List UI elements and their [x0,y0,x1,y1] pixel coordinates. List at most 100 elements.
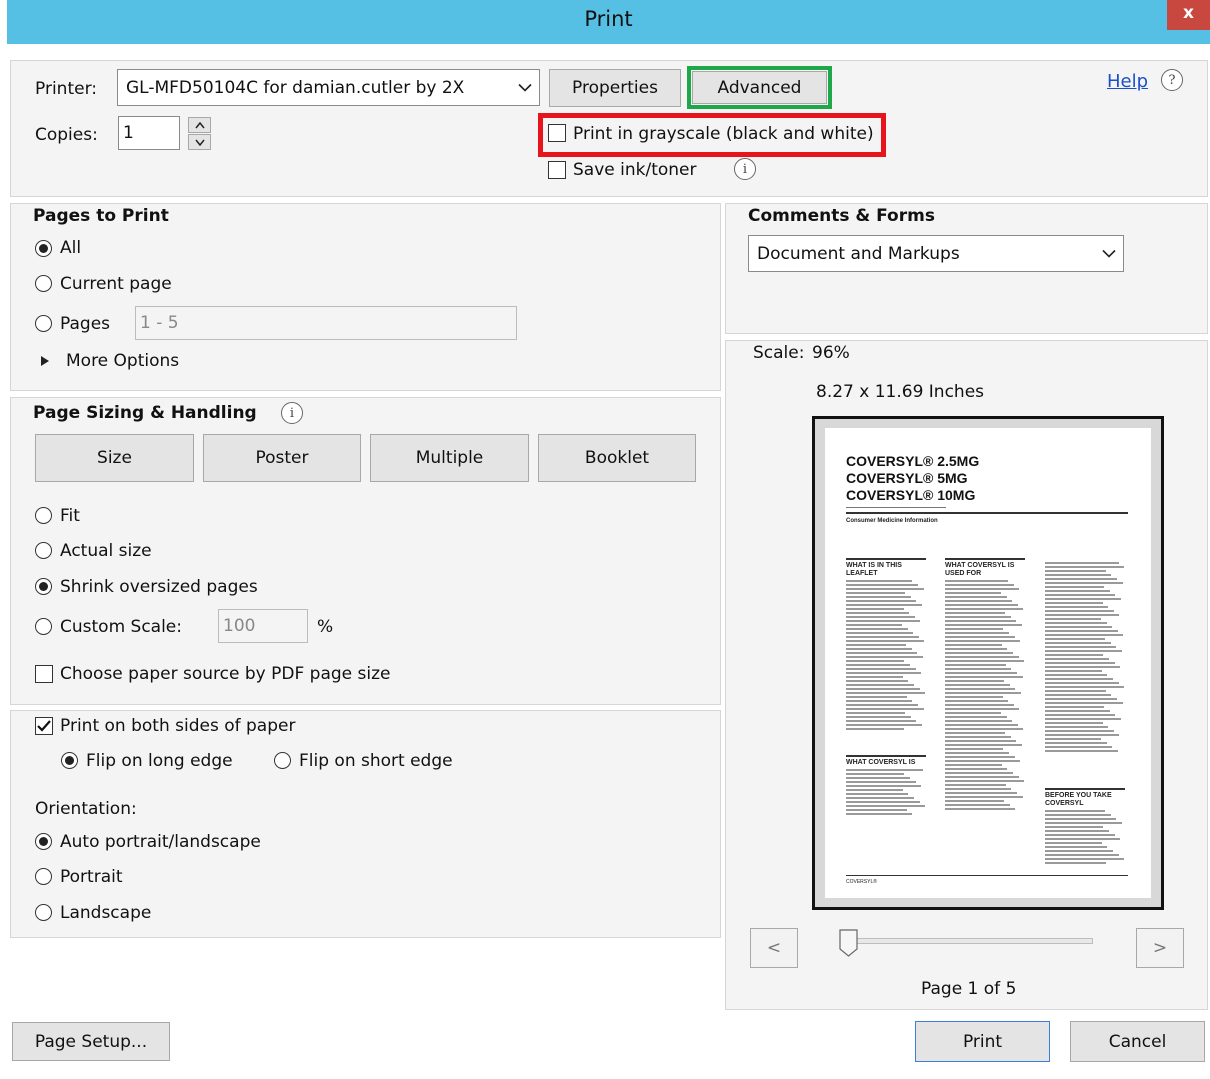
portrait-radio[interactable] [35,868,52,885]
doc-text-line [945,808,1016,810]
size-tab[interactable]: Size [35,434,194,482]
doc-column-3 [1045,560,1125,752]
paper-source-checkbox[interactable] [35,665,53,683]
doc-text-line [846,652,918,654]
doc-text-line [945,584,1014,586]
save-ink-checkbox[interactable] [548,161,566,179]
doc-text-line [945,652,1013,654]
doc-text-line [1045,666,1121,668]
doc-text-line [1045,850,1113,852]
more-options-toggle[interactable]: More Options [66,351,179,371]
custom-scale-label[interactable]: Custom Scale: [60,617,182,637]
shrink-oversized-radio[interactable] [35,578,52,595]
comments-forms-select[interactable]: Document and Markups [748,235,1124,272]
copies-input[interactable]: 1 [118,116,180,150]
auto-orientation-radio[interactable] [35,833,52,850]
doc-text-line [846,708,924,710]
actual-size-label[interactable]: Actual size [60,541,152,561]
landscape-radio[interactable] [35,904,52,921]
close-button[interactable]: x [1167,0,1210,30]
auto-orientation-label[interactable]: Auto portrait/landscape [60,832,261,852]
pages-to-print-header: Pages to Print [33,206,169,226]
copies-value: 1 [123,123,134,143]
fit-label[interactable]: Fit [60,506,80,526]
doc-text-line [945,620,1017,622]
copies-decrement-button[interactable] [188,134,211,150]
doc-text-line [846,781,916,783]
info-icon[interactable]: i [281,402,303,424]
pages-label[interactable]: Pages [60,314,110,334]
doc-text-line [1045,634,1124,636]
doc-text-line [1045,826,1104,828]
page-slider[interactable] [845,938,1093,944]
poster-tab[interactable]: Poster [203,434,361,482]
poster-tab-label: Poster [255,448,309,468]
doc-text-line [945,680,1005,682]
flip-long-edge-radio[interactable] [61,752,78,769]
info-icon-glyph: i [289,405,295,421]
doc-text-line [1045,718,1121,720]
doc-text-line [945,612,1005,614]
doc-text-line [945,628,1004,630]
custom-scale-value: 100 [223,616,256,636]
all-pages-label[interactable]: All [60,238,81,258]
printer-select[interactable]: GL-MFD50104C for damian.cutler by 2X [117,69,540,106]
doc-text-line [846,604,922,606]
grayscale-label[interactable]: Print in grayscale (black and white) [573,124,874,144]
flip-short-edge-label[interactable]: Flip on short edge [299,751,453,771]
advanced-button[interactable]: Advanced [692,71,827,104]
properties-button[interactable]: Properties [549,69,681,107]
doc-text-line [945,616,1011,618]
next-page-button[interactable]: > [1136,928,1184,968]
custom-scale-input[interactable]: 100 [218,609,308,643]
doc-text-line [1045,726,1109,728]
grayscale-checkbox[interactable] [548,124,566,142]
doc-text-line [846,704,918,706]
pages-range-input[interactable]: 1 - 5 [135,306,517,340]
doc-column-heading: WHAT IS IN THIS LEAFLET [846,562,902,577]
booklet-tab[interactable]: Booklet [538,434,696,482]
cancel-button[interactable]: Cancel [1070,1021,1205,1062]
multiple-tab[interactable]: Multiple [370,434,529,482]
doc-text-line [945,604,1018,606]
doc-text-line [945,736,1011,738]
info-icon[interactable]: i [734,158,756,180]
portrait-label[interactable]: Portrait [60,867,123,887]
doc-text-line [945,592,1001,594]
paper-source-label[interactable]: Choose paper source by PDF page size [60,664,390,684]
both-sides-label[interactable]: Print on both sides of paper [60,716,295,736]
page-setup-button[interactable]: Page Setup... [12,1022,170,1061]
flip-long-edge-label[interactable]: Flip on long edge [86,751,233,771]
doc-text-line [1045,630,1118,632]
pages-radio[interactable] [35,315,52,332]
current-page-label[interactable]: Current page [60,274,172,294]
help-icon[interactable]: ? [1161,69,1183,91]
flip-short-edge-radio[interactable] [274,752,291,769]
doc-text-line [945,748,1004,750]
current-page-radio[interactable] [35,275,52,292]
doc-text-line [846,672,922,674]
chevron-down-icon [1102,249,1116,258]
both-sides-checkbox[interactable] [35,717,53,735]
chevron-down-icon [518,83,532,92]
all-pages-radio[interactable] [35,240,52,257]
shrink-oversized-label[interactable]: Shrink oversized pages [60,577,258,597]
print-button[interactable]: Print [915,1021,1050,1062]
copies-increment-button[interactable] [188,117,211,133]
doc-title-line: COVERSYL® 5MG [846,470,968,486]
doc-column-text [945,580,1025,810]
save-ink-label[interactable]: Save ink/toner [573,160,697,180]
checkmark-icon [37,720,51,732]
doc-text-line [1045,646,1117,648]
copies-label: Copies: [35,125,98,145]
expand-triangle-icon[interactable] [40,355,50,367]
fit-radio[interactable] [35,507,52,524]
prev-page-button[interactable]: < [750,928,798,968]
radio-dot [39,244,48,253]
custom-scale-radio[interactable] [35,618,52,635]
actual-size-radio[interactable] [35,542,52,559]
help-link[interactable]: Help [1107,71,1148,92]
page-slider-thumb[interactable] [839,929,859,957]
doc-text-line [846,588,924,590]
landscape-label[interactable]: Landscape [60,903,151,923]
